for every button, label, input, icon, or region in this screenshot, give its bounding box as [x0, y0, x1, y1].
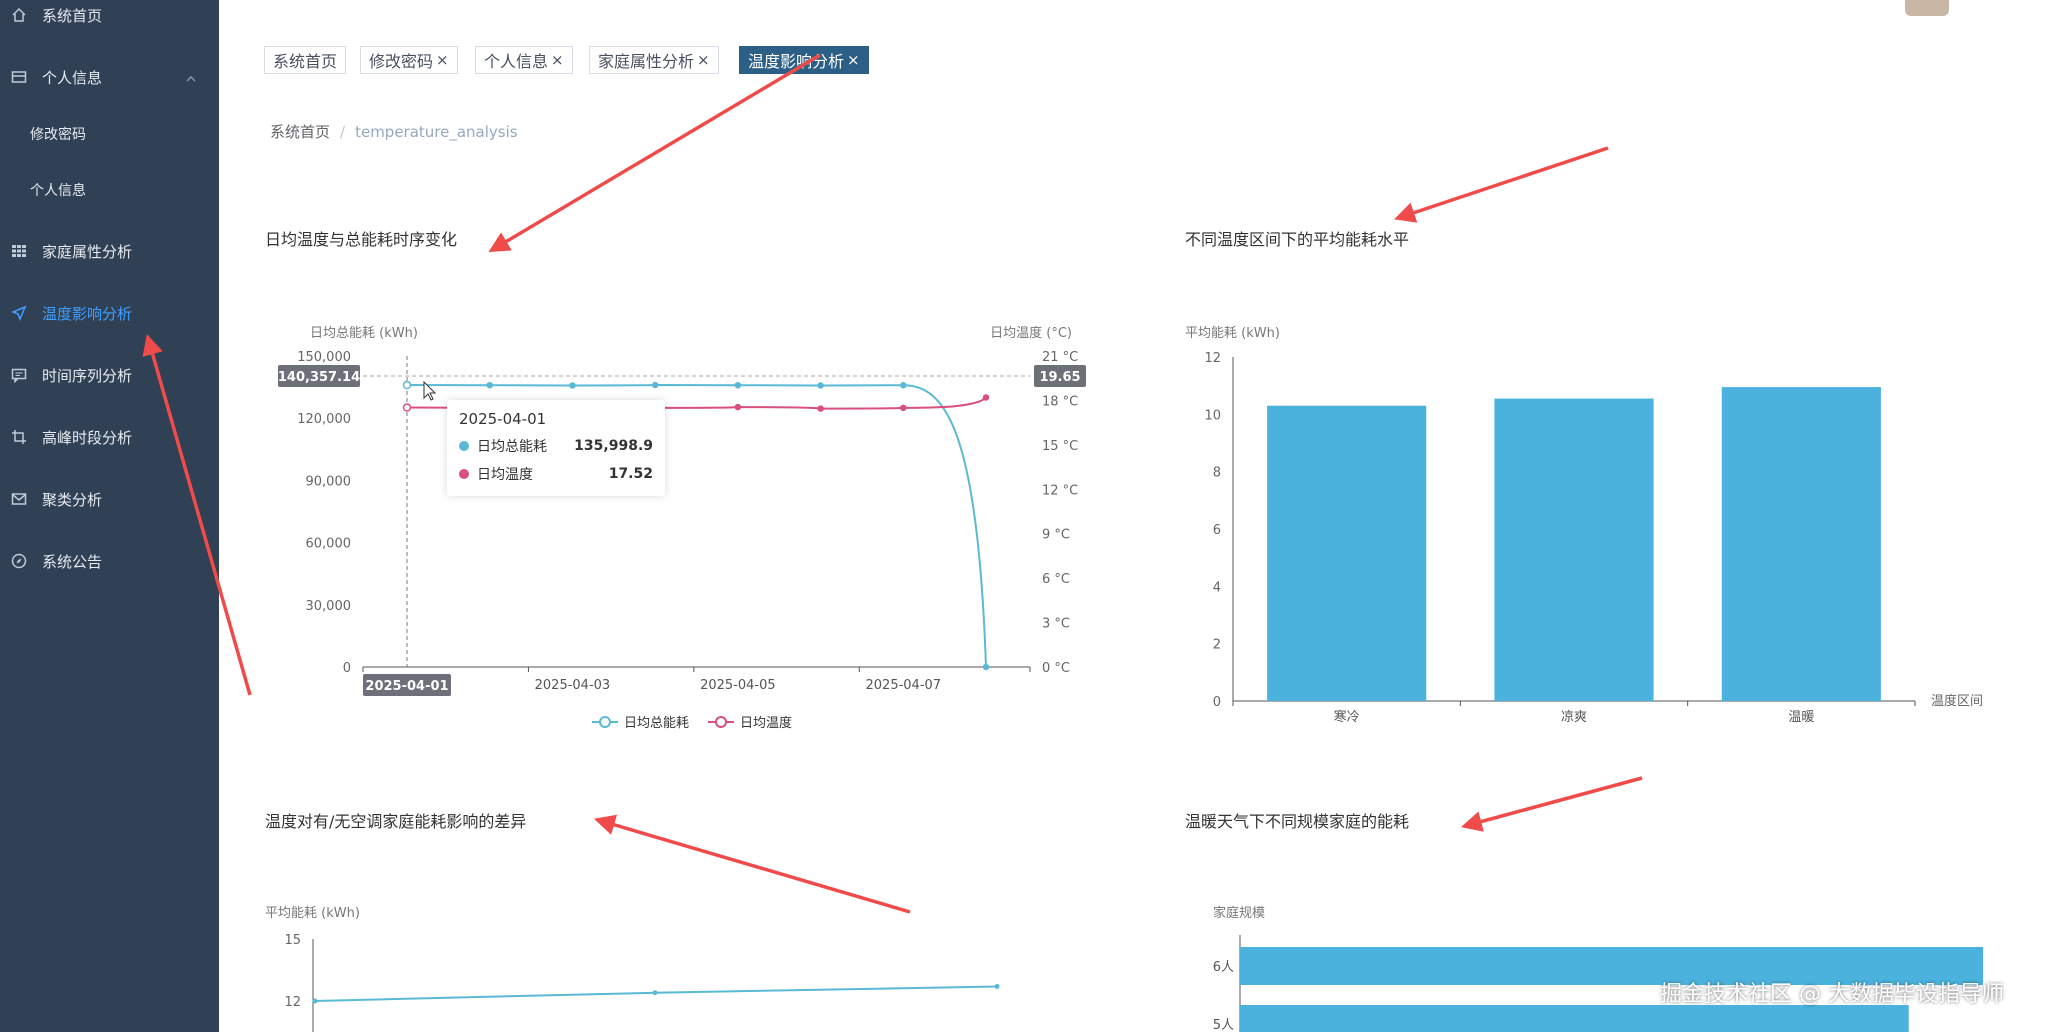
arrow-annotation — [1394, 146, 1609, 223]
arrow-annotation — [488, 53, 821, 253]
arrow-annotation — [142, 333, 252, 696]
arrow-annotation — [593, 814, 911, 914]
annotation-arrows — [142, 53, 1643, 914]
arrow-annotation — [1460, 776, 1643, 832]
watermark: 掘金技术社区 @ 大数据毕设指导师 — [1660, 982, 2004, 1007]
